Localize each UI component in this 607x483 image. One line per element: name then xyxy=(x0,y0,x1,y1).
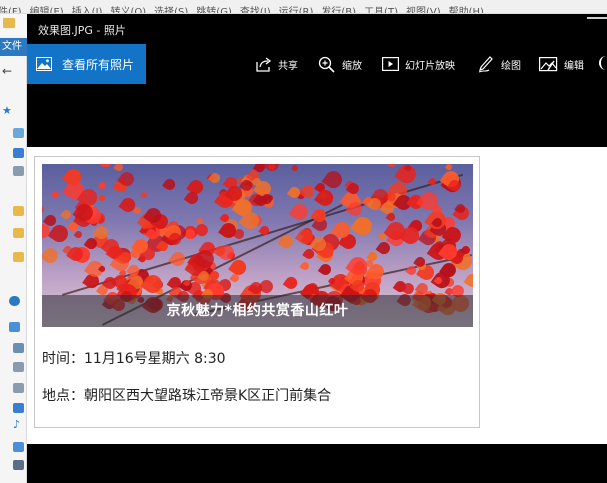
maple-leaf xyxy=(350,213,375,239)
minimize-button[interactable] xyxy=(587,17,607,19)
editor-menu-item[interactable]: 工具(T) xyxy=(364,7,398,13)
photos-app-window: 效果图.JPG - 照片 查看所有照片 共享 缩放 幻灯片放映 绘图 编辑 京秋… xyxy=(27,14,607,483)
share-button[interactable]: 共享 xyxy=(255,55,298,73)
event-time-text: 时间：11月16号星期六 8:30 xyxy=(42,351,226,367)
slideshow-button[interactable]: 幻灯片放映 xyxy=(382,55,455,73)
maple-leaf xyxy=(113,164,125,172)
folder-icon[interactable] xyxy=(13,228,24,238)
banner-caption: 京秋魅力*相约共赏香山红叶 xyxy=(166,303,349,319)
document-icon[interactable] xyxy=(13,166,24,176)
maple-leaf xyxy=(97,193,107,203)
download-icon[interactable] xyxy=(13,403,24,413)
photo-icon xyxy=(36,57,52,71)
title-bar: 效果图.JPG - 照片 xyxy=(27,14,607,44)
edit-label: 编辑 xyxy=(564,60,584,72)
photo-content-area: 京秋魅力*相约共赏香山红叶 时间：11月16号星期六 8:30 地点：朝阳区西大… xyxy=(27,147,607,444)
edit-image-icon xyxy=(539,56,558,71)
editor-menu-item[interactable]: 跳转(G) xyxy=(196,7,232,13)
music-icon[interactable]: ♪ xyxy=(13,418,20,431)
maple-leaf xyxy=(317,261,334,277)
editor-menu-item[interactable]: 插入(I) xyxy=(72,7,103,13)
autumn-leaves-banner-image: 京秋魅力*相约共赏香山红叶 xyxy=(42,164,473,327)
maple-leaf xyxy=(42,204,47,215)
maple-leaf xyxy=(96,164,114,170)
maple-leaf xyxy=(463,271,473,291)
editor-menu-item[interactable]: 视图(V) xyxy=(406,7,441,13)
drive-icon[interactable] xyxy=(13,343,24,353)
editor-menu-item[interactable]: 查找(I) xyxy=(240,7,271,13)
editor-menu-item[interactable]: 运行(R) xyxy=(279,7,314,13)
editor-menu-item[interactable]: 发行(B) xyxy=(321,7,356,13)
document-icon[interactable] xyxy=(13,383,24,393)
pin-icon[interactable]: ★ xyxy=(2,104,12,117)
editor-sidebar: ← ★ ♪ xyxy=(0,56,27,483)
back-arrow-icon[interactable]: ← xyxy=(2,64,12,78)
maple-leaf xyxy=(291,164,300,173)
share-label: 共享 xyxy=(278,60,298,72)
view-all-photos-button[interactable]: 查看所有照片 xyxy=(27,44,146,84)
maple-leaf xyxy=(367,164,377,166)
desktop-icon[interactable] xyxy=(13,128,24,138)
photo-canvas-top xyxy=(27,84,607,147)
draw-label: 绘图 xyxy=(501,60,521,72)
zoom-label: 缩放 xyxy=(342,60,362,72)
maple-leaf xyxy=(50,189,61,200)
editor-menu-item[interactable]: 帮助(H) xyxy=(449,7,484,13)
maple-leaf xyxy=(60,207,73,221)
slideshow-label: 幻灯片放映 xyxy=(405,60,455,72)
editor-toolbar xyxy=(0,14,27,36)
editor-menu-item[interactable]: 选择(S) xyxy=(154,7,188,13)
pen-icon xyxy=(478,56,493,73)
draw-button[interactable]: 绘图 xyxy=(477,55,521,73)
maple-leaf xyxy=(140,191,149,200)
maple-leaf xyxy=(322,168,346,192)
editor-menu-item[interactable]: 编辑(E) xyxy=(30,7,64,13)
share-icon xyxy=(256,57,272,72)
event-location-text: 地点：朝阳区西大望路珠江帝景K区正门前集合 xyxy=(42,388,332,404)
file-tab[interactable]: 文件 xyxy=(0,38,27,56)
maple-leaf xyxy=(42,245,61,266)
zoom-icon xyxy=(318,56,335,73)
more-icon[interactable] xyxy=(599,56,607,70)
editor-menu-item[interactable]: 转义(O) xyxy=(110,7,146,13)
maple-leaf xyxy=(97,180,108,191)
download-icon[interactable] xyxy=(13,148,24,158)
slideshow-icon xyxy=(382,57,399,71)
video-icon[interactable] xyxy=(13,442,24,452)
event-card: 京秋魅力*相约共赏香山红叶 时间：11月16号星期六 8:30 地点：朝阳区西大… xyxy=(34,156,480,428)
cloud-icon[interactable] xyxy=(9,296,20,306)
editor-menu-item[interactable]: 件(F) xyxy=(0,7,22,13)
view-all-photos-label: 查看所有照片 xyxy=(62,57,135,72)
folder-icon[interactable] xyxy=(3,18,15,28)
zoom-button[interactable]: 缩放 xyxy=(318,55,362,73)
edit-button[interactable]: 编辑 xyxy=(539,55,584,73)
maple-leaf xyxy=(282,274,301,292)
maple-leaf xyxy=(161,176,178,193)
command-bar: 查看所有照片 共享 缩放 幻灯片放映 绘图 编辑 xyxy=(27,44,607,84)
editor-menubar: 件(F) 编辑(E) 插入(I) 转义(O) 选择(S) 跳转(G) 查找(I) 运行(R) 发… xyxy=(0,0,607,14)
folder-icon[interactable] xyxy=(13,252,24,262)
document-icon[interactable] xyxy=(13,362,24,372)
maple-leaf xyxy=(299,260,311,272)
computer-icon[interactable] xyxy=(9,322,20,332)
photo-canvas-bottom xyxy=(27,444,607,483)
folder-icon[interactable] xyxy=(13,206,24,216)
window-title: 效果图.JPG - 照片 xyxy=(38,24,126,37)
maple-leaf xyxy=(386,164,399,169)
drive-icon[interactable] xyxy=(13,460,24,470)
